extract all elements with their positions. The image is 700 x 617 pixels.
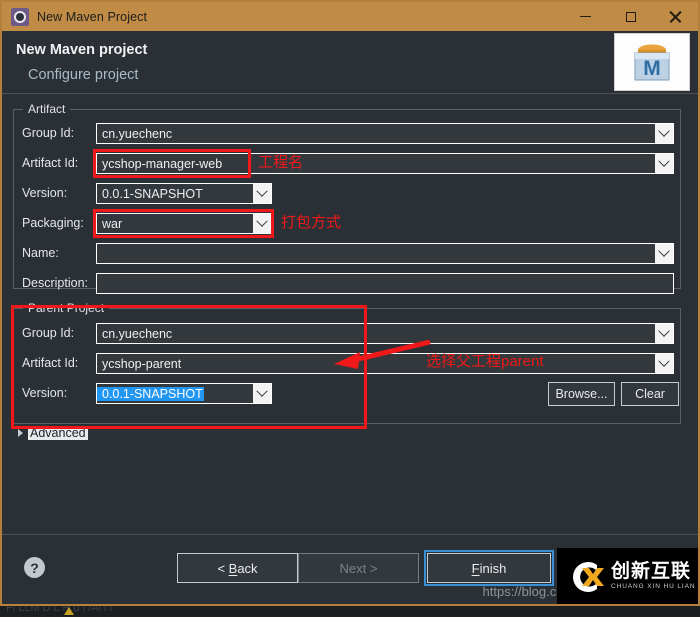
artifact-name-input[interactable] [96, 243, 674, 264]
chevron-right-icon [18, 429, 23, 437]
chevron-down-icon[interactable] [253, 214, 271, 233]
artifact-group-id-label: Group Id: [22, 126, 75, 140]
parent-group-id-value: cn.yuechenc [102, 326, 173, 341]
gear-icon [11, 7, 29, 26]
parent-version-input[interactable]: 0.0.1-SNAPSHOT [96, 383, 272, 404]
parent-artifact-id-label: Artifact Id: [22, 356, 79, 370]
advanced-expander[interactable]: Advanced [18, 426, 88, 440]
chevron-down-icon[interactable] [655, 354, 673, 373]
artifact-group-id-input[interactable]: cn.yuechenc [96, 123, 674, 144]
window-title: New Maven Project [37, 9, 148, 24]
back-button[interactable]: < Back [177, 553, 298, 583]
next-button[interactable]: Next > [298, 553, 419, 583]
artifact-id-value: ycshop-manager-web [102, 156, 223, 171]
parent-artifact-id-input[interactable]: ycshop-parent [96, 353, 674, 374]
artifact-version-value: 0.0.1-SNAPSHOT [102, 186, 203, 201]
artifact-group-id-value: cn.yuechenc [102, 126, 173, 141]
window-controls [563, 2, 698, 31]
artifact-name-label: Name: [22, 246, 59, 260]
clear-button[interactable]: Clear [621, 382, 679, 406]
annotation-text-packaging: 打包方式 [281, 214, 342, 231]
parent-group-id-label: Group Id: [22, 326, 75, 340]
brand-mark-icon [573, 561, 604, 592]
new-maven-project-dialog: New Maven Project New Maven project Conf… [0, 0, 700, 606]
artifact-description-input[interactable] [96, 273, 674, 294]
parent-project-legend: Parent Project [23, 301, 110, 315]
chevron-down-icon[interactable] [253, 384, 271, 403]
chevron-down-icon[interactable] [253, 184, 271, 203]
warning-icon [64, 607, 74, 615]
back-button-label: < Back [217, 560, 258, 576]
help-icon[interactable]: ? [24, 557, 45, 578]
maximize-button[interactable] [608, 2, 653, 31]
chevron-down-icon[interactable] [655, 324, 673, 343]
svg-text:M: M [643, 57, 661, 80]
finish-button[interactable]: Finish [424, 550, 554, 586]
page-title: New Maven project [16, 42, 148, 58]
artifact-version-input[interactable]: 0.0.1-SNAPSHOT [96, 183, 272, 204]
annotation-text-artifact-id: 工程名 [258, 154, 304, 171]
artifact-id-label: Artifact Id: [22, 156, 79, 170]
advanced-label: Advanced [28, 426, 88, 440]
artifact-id-input[interactable]: ycshop-manager-web [96, 153, 674, 174]
brand-name-cn: 创新互联 [611, 560, 692, 583]
artifact-packaging-value: war [102, 216, 123, 231]
artifact-description-label: Description: [22, 276, 88, 290]
maven-logo: M [614, 33, 690, 91]
parent-group-id-input[interactable]: cn.yuechenc [96, 323, 674, 344]
annotation-text-parent: 选择父工程parent [426, 353, 544, 370]
maven-logo-icon: M [634, 44, 670, 81]
chevron-down-icon[interactable] [655, 244, 673, 263]
page-subtitle: Configure project [28, 67, 139, 83]
background-statusbar: Fi LLM D L R d i /Al l t [0, 606, 700, 617]
brand-text: 创新互联 CHUANG XIN HU LIAN [611, 562, 695, 591]
close-button[interactable] [653, 2, 698, 31]
artifact-version-label: Version: [22, 186, 68, 200]
brand-name-pinyin: CHUANG XIN HU LIAN [611, 583, 696, 591]
chevron-down-icon[interactable] [655, 154, 673, 173]
brand-logo: 创新互联 CHUANG XIN HU LIAN [557, 548, 698, 604]
title-bar[interactable]: New Maven Project [2, 2, 698, 31]
browse-button[interactable]: Browse... [548, 382, 615, 406]
parent-version-label: Version: [22, 386, 68, 400]
artifact-group-legend: Artifact [23, 102, 71, 116]
chevron-down-icon[interactable] [655, 124, 673, 143]
minimize-button[interactable] [563, 2, 608, 31]
screenshot-root: New Maven Project New Maven project Conf… [0, 0, 700, 617]
parent-artifact-id-value: ycshop-parent [102, 356, 182, 371]
wizard-header: New Maven project Configure project M [2, 31, 698, 94]
artifact-packaging-label: Packaging: [22, 216, 84, 230]
finish-button-label: Finish [471, 560, 507, 576]
wizard-body: Artifact Group Id: cn.yuechenc Artifact … [2, 94, 698, 534]
artifact-packaging-input[interactable]: war [96, 213, 272, 234]
background-statusbar-text: Fi LLM D L R d i /Al l t [6, 606, 113, 614]
parent-version-value: 0.0.1-SNAPSHOT [97, 386, 204, 401]
dialog-footer: ? < Back Next > Finish https://blog.csd … [2, 534, 698, 604]
